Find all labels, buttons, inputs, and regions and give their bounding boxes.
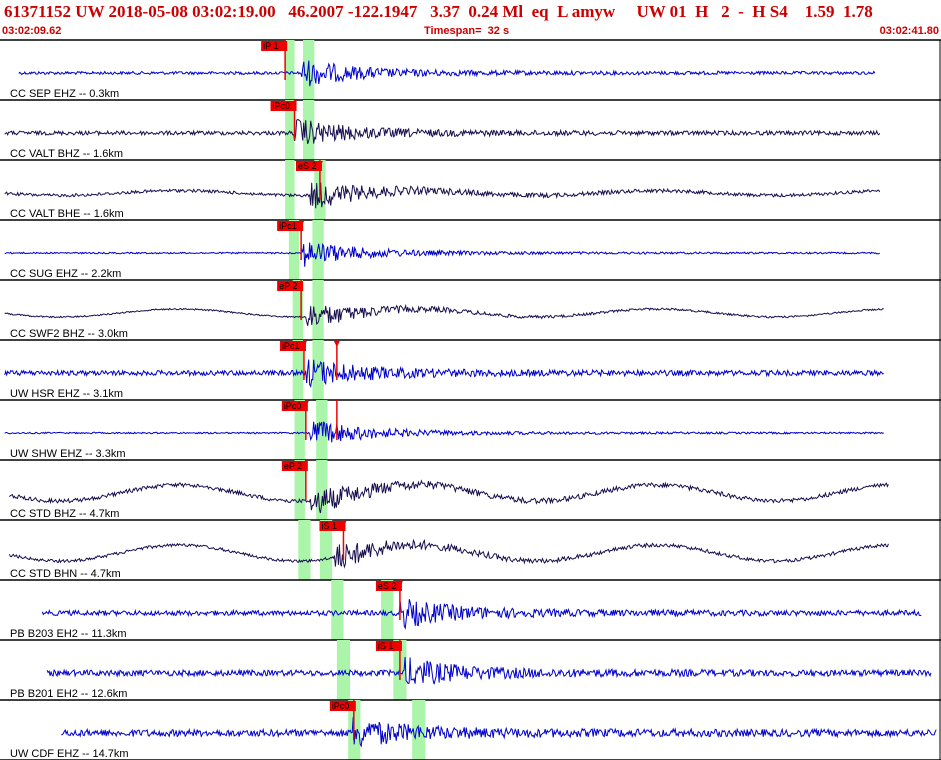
waveform-trace <box>4 242 880 267</box>
phase-window <box>285 160 295 220</box>
waveform-trace <box>18 60 876 87</box>
pick-label: iPc0 <box>284 401 302 411</box>
phase-window <box>316 460 328 520</box>
seismogram-panel[interactable]: iP 1 CC SEP EHZ -- 0.3km iPc0 CC VALT BHZ -… <box>0 0 941 760</box>
pick-label: iPc0 <box>273 101 291 111</box>
waveform-trace <box>4 118 881 144</box>
waveform-trace <box>9 479 889 514</box>
pick-label: iS 1 <box>378 641 394 651</box>
waveform-trace <box>4 421 884 443</box>
station-label: CC STD BHN -- 4.7km <box>10 568 121 580</box>
pick-label: iS 1 <box>321 521 337 531</box>
station-label: CC VALT BHZ -- 1.6km <box>10 148 123 160</box>
station-label: UW CDF EHZ -- 14.7km <box>10 748 129 760</box>
station-label: CC SWF2 BHZ -- 3.0km <box>10 328 128 340</box>
pick-label: iP 1 <box>263 41 278 51</box>
pick-label: eS 2 <box>378 581 397 591</box>
phase-window <box>331 580 344 640</box>
waveform-trace <box>4 359 884 388</box>
phase-window <box>298 520 311 580</box>
waveform-trace <box>4 182 881 209</box>
waveform-trace <box>61 717 937 748</box>
pick-label: iPc1 <box>282 341 300 351</box>
pick-label: eP 2 <box>284 461 302 471</box>
waveform-trace <box>46 656 932 685</box>
waveform-trace <box>4 303 884 326</box>
station-label: CC VALT BHE -- 1.6km <box>10 208 124 220</box>
pick-label: eP 2 <box>279 281 297 291</box>
station-label: CC SUG EHZ -- 2.2km <box>10 268 121 280</box>
pick-label: iPc0 <box>332 701 350 711</box>
station-label: UW HSR EHZ -- 3.1km <box>10 388 123 400</box>
station-label: UW SHW EHZ -- 3.3km <box>10 448 126 460</box>
station-label: PB B201 EH2 -- 12.6km <box>10 688 127 700</box>
waveform-trace <box>8 538 889 569</box>
waveform-trace <box>41 599 922 630</box>
pick-label: eS 2 <box>298 161 317 171</box>
station-label: CC STD BHZ -- 4.7km <box>10 508 119 520</box>
station-label: PB B203 EH2 -- 11.3km <box>10 628 127 640</box>
pick-label: iPc1 <box>279 221 297 231</box>
station-label: CC SEP EHZ -- 0.3km <box>10 88 119 100</box>
pick-marker-icon <box>333 341 340 347</box>
